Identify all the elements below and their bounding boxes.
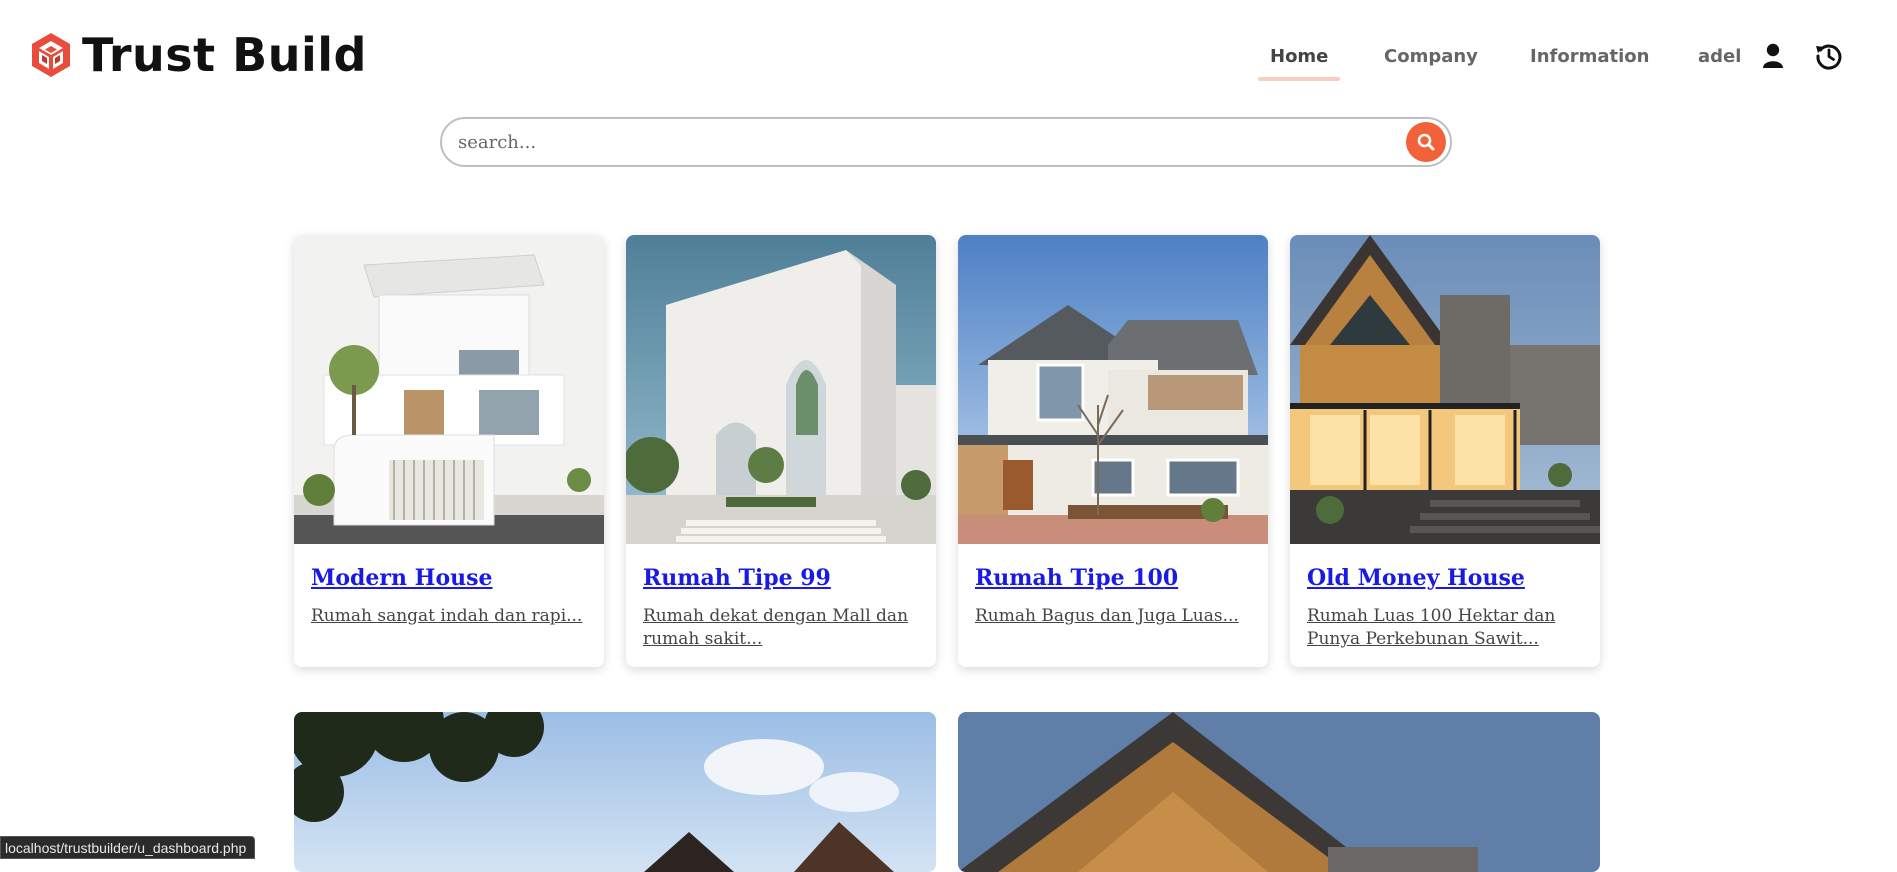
property-image[interactable] <box>958 235 1268 544</box>
nav-information[interactable]: Information <box>1530 44 1649 69</box>
property-title[interactable]: Old Money House <box>1307 565 1525 591</box>
property-title[interactable]: Rumah Tipe 99 <box>643 565 831 591</box>
logo-text: Trust Build <box>82 28 367 82</box>
property-description[interactable]: Rumah Luas 100 Hektar dan Punya Perkebun… <box>1307 605 1592 651</box>
property-card[interactable]: Rumah Tipe 99 Rumah dekat dengan Mall da… <box>626 235 936 667</box>
search-input[interactable] <box>458 128 1378 156</box>
property-card-wide[interactable] <box>294 712 936 872</box>
nav-home[interactable]: Home <box>1257 44 1341 81</box>
property-card[interactable]: Modern House Rumah sangat indah dan rapi… <box>294 235 604 667</box>
property-description[interactable]: Rumah sangat indah dan rapi... <box>311 605 596 628</box>
property-image[interactable] <box>294 235 604 544</box>
property-title[interactable]: Modern House <box>311 565 493 591</box>
property-title[interactable]: Rumah Tipe 100 <box>975 565 1178 591</box>
search-icon <box>1417 133 1435 151</box>
header: Trust Build Home Company Information ade… <box>0 0 1897 110</box>
property-image[interactable] <box>958 712 1600 872</box>
property-card-wide[interactable] <box>958 712 1600 872</box>
property-description[interactable]: Rumah Bagus dan Juga Luas... <box>975 605 1260 628</box>
cube-logo-icon <box>32 33 70 77</box>
nav-username[interactable]: adel <box>1698 44 1741 69</box>
logo[interactable]: Trust Build <box>30 28 367 82</box>
property-card[interactable]: Old Money House Rumah Luas 100 Hektar da… <box>1290 235 1600 667</box>
status-bar-url: localhost/trustbuilder/u_dashboard.php <box>0 836 256 859</box>
nav-company[interactable]: Company <box>1384 44 1478 69</box>
property-image[interactable] <box>294 712 936 872</box>
search-button[interactable] <box>1406 122 1446 162</box>
history-icon[interactable] <box>1813 40 1845 72</box>
property-card[interactable]: Rumah Tipe 100 Rumah Bagus dan Juga Luas… <box>958 235 1268 667</box>
search-bar <box>440 117 1452 167</box>
property-image[interactable] <box>626 235 936 544</box>
property-description[interactable]: Rumah dekat dengan Mall dan rumah sakit.… <box>643 605 928 651</box>
property-image[interactable] <box>1290 235 1600 544</box>
user-icon[interactable] <box>1760 42 1786 70</box>
